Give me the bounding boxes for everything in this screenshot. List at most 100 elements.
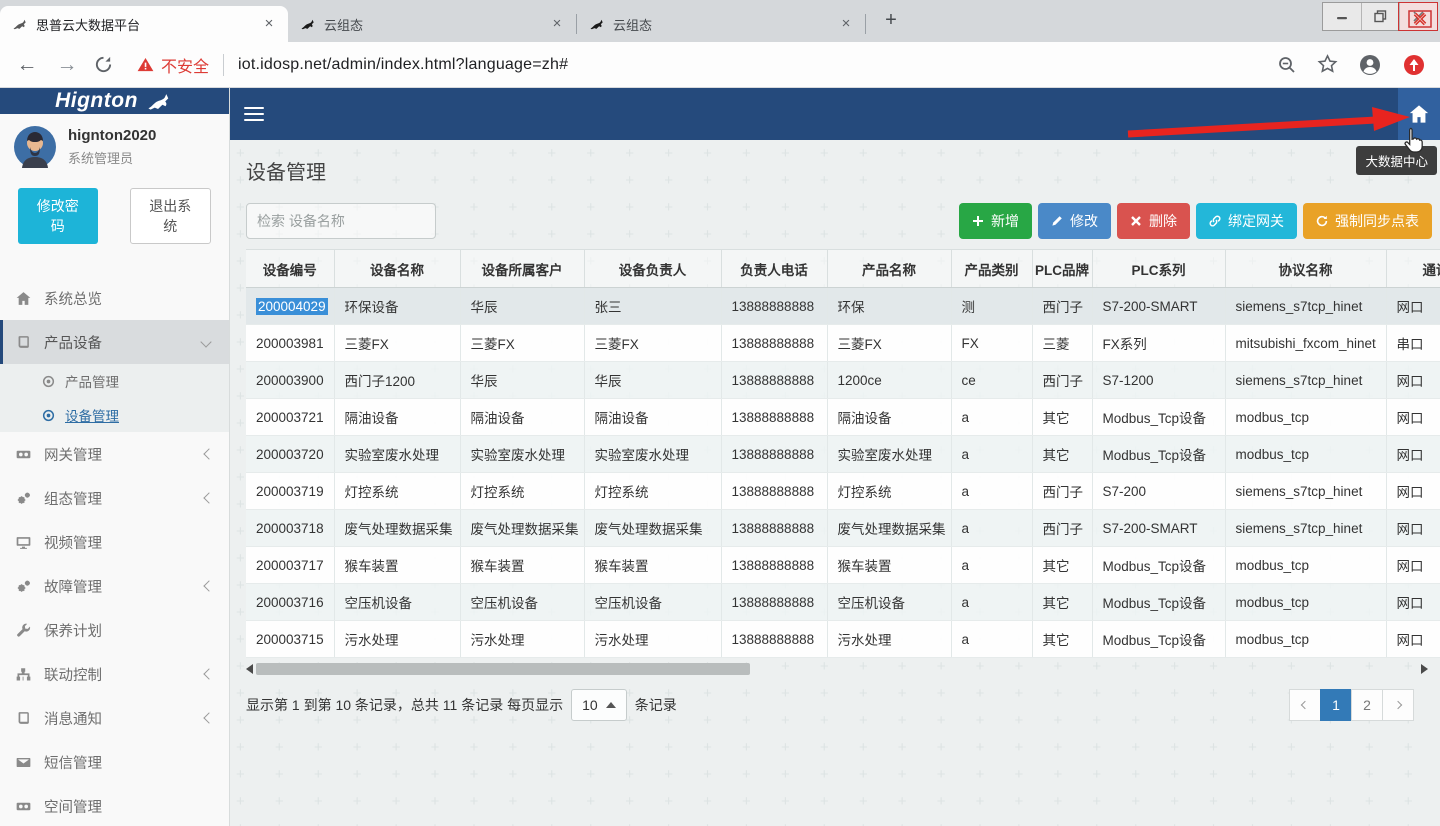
table-header-cell[interactable]: 设备名称 [334, 250, 460, 288]
table-cell: Modbus_Tcp设备 [1092, 436, 1225, 473]
tab-scada-1[interactable]: 云组态 × [288, 6, 576, 42]
table-row[interactable]: 200003721隔油设备隔油设备隔油设备13888888888隔油设备a其它M… [246, 399, 1440, 436]
change-password-button[interactable]: 修改密码 [18, 188, 98, 244]
table-row[interactable]: 200003716空压机设备空压机设备空压机设备13888888888空压机设备… [246, 584, 1440, 621]
sidebar-item-linkage[interactable]: 联动控制 [0, 652, 229, 696]
user-role: 系统管理员 [68, 148, 156, 167]
scroll-left-icon[interactable] [246, 664, 253, 674]
sidebar-item-product-device[interactable]: 产品设备 [0, 320, 229, 364]
table-header-cell[interactable]: 设备所属客户 [460, 250, 584, 288]
table-header-cell[interactable]: 协议名称 [1225, 250, 1386, 288]
table-cell: Modbus_Tcp设备 [1092, 547, 1225, 584]
table-cell: 其它 [1032, 399, 1092, 436]
book-icon [16, 711, 31, 726]
table-row[interactable]: 200003717猴车装置猴车装置猴车装置13888888888猴车装置a其它M… [246, 547, 1440, 584]
chevron-left-icon [203, 580, 214, 591]
sidebar-item-sms[interactable]: 短信管理 [0, 740, 229, 784]
force-sync-button[interactable]: 强制同步点表 [1303, 203, 1432, 239]
table-header-cell[interactable]: PLC品牌 [1032, 250, 1092, 288]
forward-icon[interactable]: → [54, 53, 80, 77]
table-header-cell[interactable]: 产品名称 [827, 250, 951, 288]
table-cell: 13888888888 [721, 510, 827, 547]
sidebar-item-label: 联动控制 [44, 664, 102, 685]
sidebar-item-gateway[interactable]: 网关管理 [0, 432, 229, 476]
sidebar-item-space[interactable]: 空间管理 [0, 784, 229, 826]
table-row[interactable]: 200003720实验室废水处理实验室废水处理实验室废水处理1388888888… [246, 436, 1440, 473]
bookmark-star-icon[interactable] [1317, 54, 1338, 75]
table-header-cell[interactable]: PLC系列 [1092, 250, 1225, 288]
tab-dashboard[interactable]: 思普云大数据平台 × [0, 6, 288, 42]
sidebar-item-device-mgmt[interactable]: 设备管理 [0, 398, 229, 432]
table-cell: S7-200-SMART [1092, 288, 1225, 325]
tab-scada-2[interactable]: 云组态 × [577, 6, 865, 42]
table-row[interactable]: 200003719灯控系统灯控系统灯控系统13888888888灯控系统a西门子… [246, 473, 1440, 510]
bigdata-home-button[interactable] [1398, 88, 1440, 140]
table-cell: Modbus_Tcp设备 [1092, 584, 1225, 621]
search-input[interactable] [246, 203, 436, 239]
add-button[interactable]: 新增 [959, 203, 1032, 239]
table-cell: 猴车装置 [827, 547, 951, 584]
scroll-right-icon[interactable] [1421, 664, 1428, 674]
table-row[interactable]: 200003715污水处理污水处理污水处理13888888888污水处理a其它M… [246, 621, 1440, 658]
page-size-select[interactable]: 10 [571, 689, 627, 721]
force-sync-button-label: 强制同步点表 [1335, 211, 1419, 231]
table-cell: 13888888888 [721, 362, 827, 399]
sidebar-menu: 系统总览 产品设备 产品管理 设备管理 [0, 262, 229, 826]
table-cell: 灯控系统 [460, 473, 584, 510]
security-chip[interactable]: 不安全 [137, 53, 209, 77]
back-icon[interactable]: ← [14, 53, 40, 77]
table-row[interactable]: 200003900西门子1200华辰华辰138888888881200cece西… [246, 362, 1440, 399]
url-text[interactable]: iot.idosp.net/admin/index.html?language=… [238, 56, 568, 74]
zoom-out-icon[interactable] [1277, 55, 1297, 75]
table-cell: 空压机设备 [584, 584, 721, 621]
next-page-button[interactable] [1382, 689, 1414, 721]
close-button[interactable] [1399, 3, 1437, 30]
table-row[interactable]: 200003981三菱FX三菱FX三菱FX13888888888三菱FXFX三菱… [246, 325, 1440, 362]
hamburger-menu-icon[interactable] [244, 107, 264, 122]
tab-close-icon[interactable]: × [260, 15, 278, 33]
sidebar-item-product-mgmt[interactable]: 产品管理 [0, 364, 229, 398]
edit-button[interactable]: 修改 [1038, 203, 1111, 239]
sidebar: Hignton hignton2020 系统管理员 修改密码 退出系 [0, 88, 230, 826]
gateway-icon [16, 447, 31, 462]
table-header-cell[interactable]: 产品类别 [951, 250, 1032, 288]
tab-close-icon[interactable]: × [837, 15, 855, 33]
reload-icon[interactable] [94, 55, 113, 74]
scrollbar-thumb[interactable] [256, 663, 750, 675]
profile-icon[interactable] [1358, 53, 1382, 77]
sidebar-item-scada[interactable]: 组态管理 [0, 476, 229, 520]
prev-page-button[interactable] [1289, 689, 1321, 721]
table-cell: modbus_tcp [1225, 436, 1386, 473]
table-header-cell[interactable]: 设备负责人 [584, 250, 721, 288]
sidebar-item-maintenance[interactable]: 保养计划 [0, 608, 229, 652]
tab-title: 云组态 [324, 15, 540, 34]
dot-circle-icon [42, 375, 55, 388]
logo[interactable]: Hignton [0, 88, 229, 114]
table-header-cell[interactable]: 通讯 [1386, 250, 1440, 288]
tab-close-icon[interactable]: × [548, 15, 566, 33]
sidebar-item-video[interactable]: 视频管理 [0, 520, 229, 564]
sidebar-item-fault[interactable]: 故障管理 [0, 564, 229, 608]
horizontal-scrollbar[interactable] [246, 661, 1428, 677]
table-row[interactable]: 200003718废气处理数据采集废气处理数据采集废气处理数据采集1388888… [246, 510, 1440, 547]
table-cell: 三菱FX [460, 325, 584, 362]
table-row[interactable]: 200004029环保设备华辰张三13888888888环保测西门子S7-200… [246, 288, 1440, 325]
sidebar-item-overview[interactable]: 系统总览 [0, 276, 229, 320]
table-cell: 200003981 [246, 325, 334, 362]
logout-button[interactable]: 退出系统 [130, 188, 212, 244]
new-tab-button[interactable]: + [878, 8, 904, 34]
refresh-icon [1316, 215, 1328, 227]
restore-button[interactable] [1361, 3, 1399, 30]
bind-gateway-button[interactable]: 绑定网关 [1196, 203, 1297, 239]
minimize-button[interactable] [1323, 3, 1361, 30]
extension-icon[interactable] [1402, 53, 1426, 77]
page-button-2[interactable]: 2 [1351, 689, 1383, 721]
top-navbar [230, 88, 1440, 140]
chevron-left-icon [1301, 701, 1309, 709]
table-cell: 1200ce [827, 362, 951, 399]
sidebar-item-message[interactable]: 消息通知 [0, 696, 229, 740]
delete-button[interactable]: 删除 [1117, 203, 1190, 239]
page-button-1[interactable]: 1 [1320, 689, 1352, 721]
table-header-cell[interactable]: 设备编号 [246, 250, 334, 288]
table-header-cell[interactable]: 负责人电话 [721, 250, 827, 288]
